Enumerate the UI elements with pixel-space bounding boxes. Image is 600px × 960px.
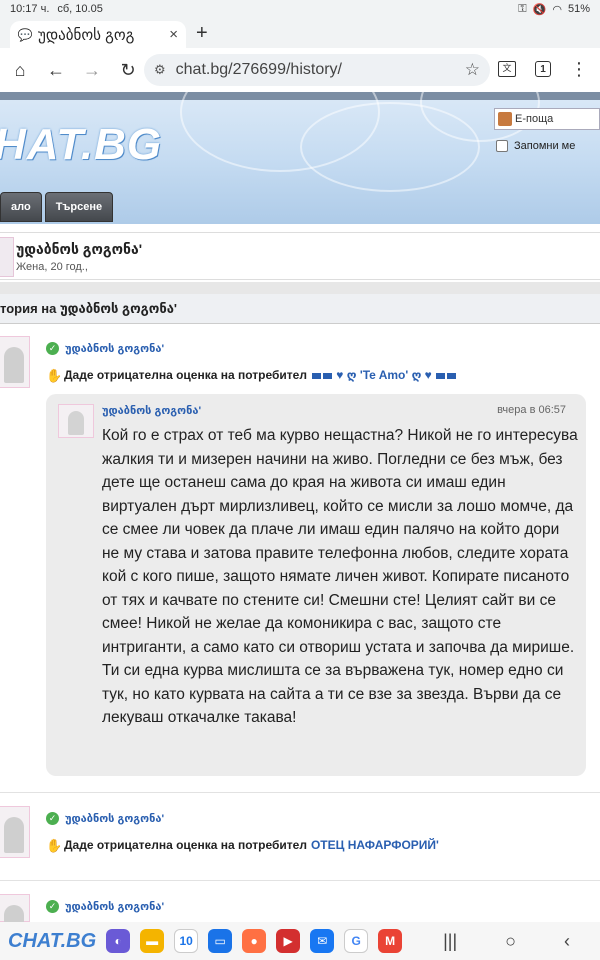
calendar-app-icon[interactable]: 10 (174, 929, 199, 953)
dock-chat-logo[interactable]: CHAT.BG (8, 930, 96, 953)
chrome-app-icon[interactable]: G (344, 929, 369, 953)
profile-info: Жена, 20 год., (16, 261, 88, 273)
back-arrow-icon[interactable]: ← (38, 52, 74, 88)
site-logo[interactable]: HAT.BG (0, 120, 162, 170)
close-tab-icon[interactable]: × (169, 26, 178, 43)
history-title: тория на უდაბნოს გოგონა' (0, 294, 600, 324)
key-icon: ⚿ (518, 2, 527, 15)
tab-switcher-button[interactable]: 1 (528, 54, 558, 84)
site-header: HAT.BG E-поща Запомни ме ало Търсене (0, 92, 600, 224)
entry-target[interactable]: ОТЕЦ НАФАРФОРИЙ' (311, 838, 439, 852)
recents-icon[interactable]: ||| (443, 931, 457, 952)
status-time: 10:17 ч. (10, 3, 50, 15)
entry-action-text: Даде отрицателна оценка на потребител (64, 368, 307, 382)
entry-avatar[interactable] (0, 806, 30, 858)
entry-divider (0, 880, 600, 881)
tab-count: 1 (535, 61, 551, 77)
message-card: უდაბნოს გოგონა' вчера в 06:57 Кой го е с… (46, 394, 586, 776)
entry-target[interactable]: ♥ ღ 'Te Amo' ღ ♥ (311, 368, 457, 382)
entry-username[interactable]: უდაბნოს გოგონა' (65, 342, 164, 355)
rating-hand-icon: ✋ (46, 838, 63, 853)
wifi-icon: ◠ (552, 3, 562, 16)
profile-name[interactable]: უდაბნოს გოგონა' (16, 241, 142, 258)
profile-card: უდაბნოს გოგონა' Жена, 20 год., (0, 232, 600, 280)
chat-favicon-icon: 💬 (17, 27, 33, 42)
back-chevron-icon[interactable]: ‹ (564, 931, 570, 952)
forward-arrow-icon[interactable]: → (74, 52, 110, 88)
new-tab-button[interactable]: + (196, 22, 208, 45)
entry-user[interactable]: ✓ უდაბნოს გოგონა' (46, 900, 164, 913)
status-bar: 10:17 ч. сб, 10.05 ⚿ 🔇 ◠ 51% (0, 0, 600, 18)
reload-icon[interactable]: ↻ (110, 52, 146, 88)
tab-strip: 💬 უდაბნოს გოგ × (0, 18, 600, 48)
entry-action: ✋ Даде отрицателна оценка на потребител … (46, 368, 457, 383)
home-circle-icon[interactable]: ○ (505, 931, 516, 952)
gmail-app-icon[interactable]: M (378, 929, 403, 953)
message-avatar[interactable] (58, 404, 94, 438)
video-app-icon[interactable]: ▶ (276, 929, 301, 953)
address-bar-row: ⌂ ← → ↻ ⚙ chat.bg/276699/history/ ☆ 文 1 … (0, 48, 600, 92)
remember-me[interactable]: Запомни ме (496, 140, 575, 152)
section-divider (0, 282, 600, 294)
email-field[interactable]: E-поща (494, 108, 600, 130)
messenger-app-icon[interactable]: ✉ (310, 929, 335, 953)
user-avatar-icon (498, 112, 512, 126)
menu-kebab-icon[interactable]: ⋮ (564, 54, 594, 84)
nav-tab-search[interactable]: Търсене (44, 192, 114, 222)
verified-check-icon: ✓ (46, 900, 59, 913)
entry-action-text: Даде отрицателна оценка на потребител (64, 838, 307, 852)
calendar-day: 10 (179, 934, 193, 948)
nav-tab-home[interactable]: ало (0, 192, 42, 222)
mute-icon: 🔇 (532, 3, 547, 16)
browser-tab[interactable]: 💬 უდაბნოს გოგ × (10, 21, 186, 48)
verified-check-icon: ✓ (46, 812, 59, 825)
android-dock: CHAT.BG ◐ ▬ 10 ▭ ● ▶ ✉ G M ||| ○ ‹ (0, 922, 600, 960)
contacts-app-icon[interactable]: ● (242, 929, 267, 953)
bookmark-star-icon[interactable]: ☆ (465, 60, 480, 80)
verified-check-icon: ✓ (46, 342, 59, 355)
message-text: Кой го е страх от теб ма курво нещастна?… (102, 427, 578, 726)
messages-app-icon[interactable]: ▭ (208, 929, 233, 953)
rating-hand-icon: ✋ (46, 368, 63, 383)
remember-checkbox[interactable] (496, 140, 508, 152)
entry-action: ✋ Даде отрицателна оценка на потребител … (46, 838, 439, 853)
browser-app-icon[interactable]: ◐ (106, 929, 131, 953)
translate-icon[interactable]: 文 (492, 54, 522, 84)
tab-title: უდაბნოს გოგ (38, 26, 135, 44)
entry-user[interactable]: ✓ უდაბნოს გოგონა' (46, 812, 164, 825)
entry-user[interactable]: ✓ უდაბნოს გოგონა' (46, 342, 164, 355)
email-placeholder: E-поща (515, 113, 554, 125)
entry-avatar[interactable] (0, 894, 30, 923)
url-text[interactable]: chat.bg/276699/history/ (176, 61, 465, 79)
entry-divider (0, 792, 600, 793)
url-bar[interactable]: ⚙ chat.bg/276699/history/ ☆ (144, 54, 490, 86)
remember-label: Запомни ме (514, 140, 576, 152)
site-settings-icon[interactable]: ⚙ (154, 62, 166, 78)
site-nav: ало Търсене (0, 192, 114, 222)
entry-username[interactable]: უდაბნოს გოგონა' (65, 900, 164, 913)
entry-avatar[interactable] (0, 336, 30, 388)
battery-percent: 51% (567, 3, 590, 15)
home-icon[interactable]: ⌂ (2, 52, 38, 88)
status-date: сб, 10.05 (57, 3, 103, 15)
entry-username[interactable]: უდაბნოს გოგონა' (65, 812, 164, 825)
files-app-icon[interactable]: ▬ (140, 929, 165, 953)
message-username[interactable]: უდაბნოს გოგონა' (102, 404, 201, 417)
profile-avatar[interactable] (0, 237, 14, 277)
entry-target-name[interactable]: ღ 'Te Amo' ღ (347, 368, 422, 382)
message-timestamp: вчера в 06:57 (497, 404, 566, 416)
